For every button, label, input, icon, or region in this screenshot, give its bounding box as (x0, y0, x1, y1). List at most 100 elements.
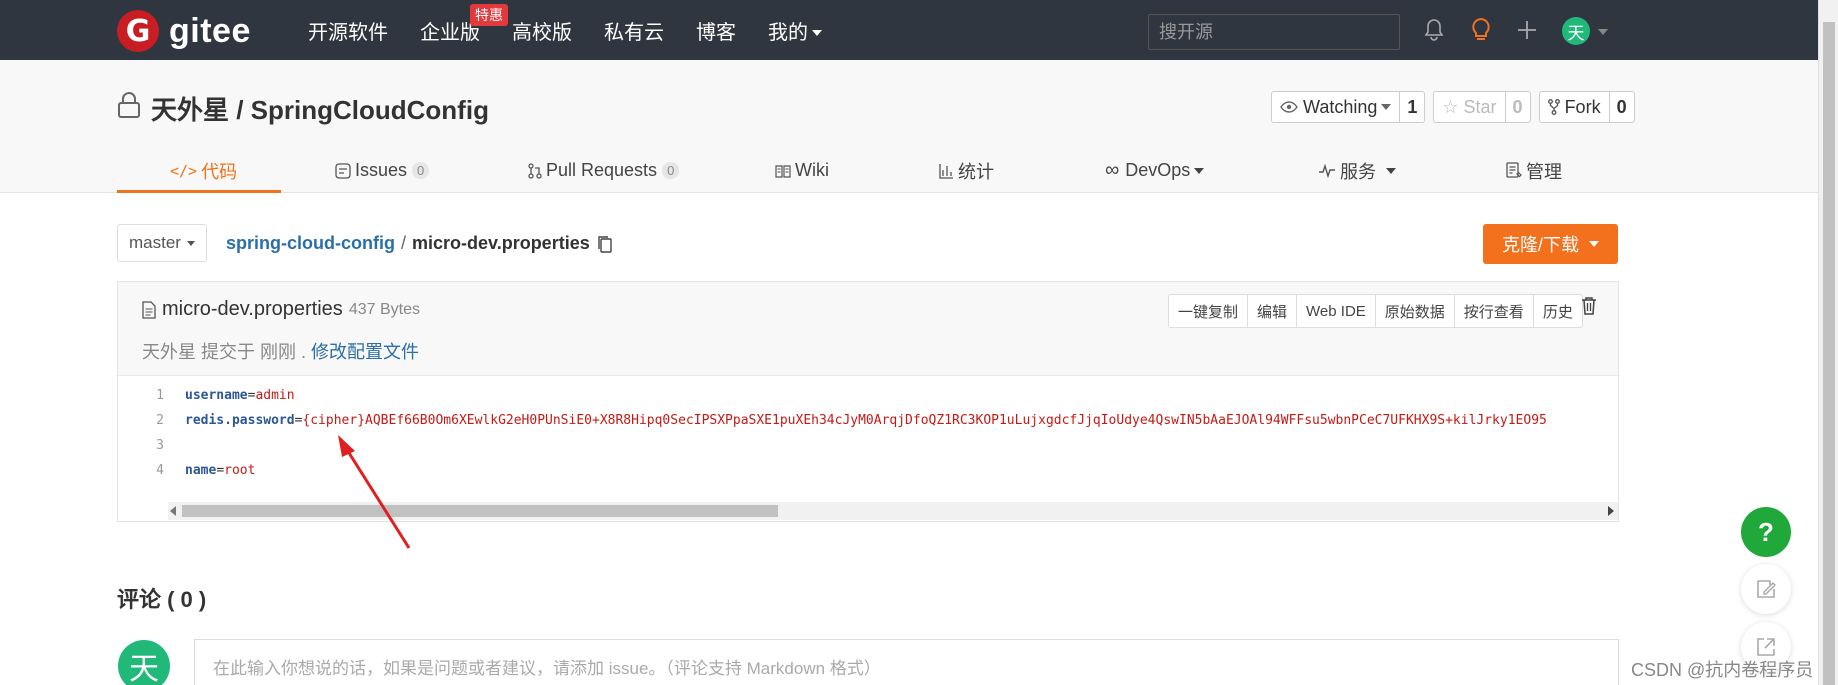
tab-pull-requests[interactable]: Pull Requests 0 (528, 148, 680, 193)
fork-count[interactable]: 0 (1608, 92, 1634, 122)
commit-message[interactable]: 修改配置文件 (311, 342, 419, 362)
tab-stats[interactable]: 统计 (938, 148, 994, 193)
trash-icon[interactable] (1580, 296, 1598, 321)
property-value: root (224, 463, 256, 478)
property-key: redis.password (185, 413, 295, 428)
branch-select[interactable]: master (117, 224, 207, 262)
tab-stats-label: 统计 (958, 161, 994, 182)
code-icon: </> (170, 161, 198, 180)
page-scrollbar[interactable] (1818, 0, 1838, 685)
fork-label: Fork (1564, 96, 1601, 117)
watch-button[interactable]: Watching 1 (1271, 91, 1426, 123)
tab-manage[interactable]: 管理 (1506, 148, 1562, 193)
tab-devops[interactable]: ∞ DevOps (1105, 148, 1205, 193)
file-action-group: 一键复制 编辑 Web IDE 原始数据 按行查看 历史 (1168, 294, 1583, 328)
file-size: 437 Bytes (348, 300, 420, 318)
top-nav: 开源软件 企业版 特惠 高校版 私有云 博客 我的 (308, 0, 854, 60)
property-key: name (185, 463, 217, 478)
blame-button[interactable]: 按行查看 (1453, 295, 1533, 327)
horizontal-scrollbar[interactable] (168, 502, 1618, 520)
pull-request-icon (528, 162, 542, 179)
hot-badge: 特惠 (470, 3, 508, 26)
pulls-count-badge: 0 (662, 162, 680, 179)
scroll-left-arrow-icon[interactable] (170, 506, 176, 516)
project-header: 天外星 / SpringCloudConfig Watching 1 ☆ Star… (0, 60, 1818, 193)
line-number[interactable]: 4 (118, 463, 164, 478)
repo-title: 天外星 / SpringCloudConfig (117, 90, 489, 127)
nav-enterprise[interactable]: 企业版 特惠 (420, 3, 508, 45)
pulse-icon (1318, 163, 1336, 178)
bell-icon[interactable] (1420, 16, 1448, 44)
line-number[interactable]: 1 (118, 388, 164, 403)
comment-input[interactable] (194, 639, 1619, 685)
chevron-down-icon (1381, 104, 1392, 110)
watch-count[interactable]: 1 (1399, 92, 1424, 122)
tab-services[interactable]: 服务 (1318, 148, 1396, 193)
tab-devops-label: DevOps (1125, 160, 1191, 180)
tab-issues-label: Issues (355, 160, 408, 180)
breadcrumb-repo[interactable]: spring-cloud-config (226, 233, 395, 254)
nav-mine-label: 我的 (768, 21, 808, 44)
plus-icon[interactable] (1513, 16, 1541, 44)
chevron-down-icon (1386, 167, 1396, 174)
chevron-down-icon (812, 30, 822, 37)
nav-open-source[interactable]: 开源软件 (308, 16, 388, 45)
code-line: 4 name=root (118, 458, 255, 483)
code-line: 2 redis.password={cipher}AQBEf66B0Om6XEw… (118, 408, 1547, 433)
raw-button[interactable]: 原始数据 (1374, 295, 1454, 327)
share-icon (1755, 636, 1777, 658)
infinity-icon: ∞ (1105, 159, 1120, 181)
history-button[interactable]: 历史 (1532, 295, 1582, 327)
csdn-watermark: CSDN @抗内卷程序员 (1631, 660, 1814, 680)
avatar-chevron-down-icon[interactable] (1598, 29, 1608, 35)
web-ide-button[interactable]: Web IDE (1296, 295, 1375, 327)
property-key: username (185, 388, 248, 403)
commit-author: 天外星 提交于 刚刚 . (142, 342, 307, 362)
scrollbar-thumb[interactable] (182, 505, 778, 517)
repo-title-text[interactable]: 天外星 / SpringCloudConfig (151, 90, 489, 127)
tab-issues[interactable]: Issues 0 (335, 148, 430, 193)
branch-label: master (129, 233, 181, 252)
feedback-button[interactable] (1741, 564, 1791, 614)
fork-icon (1547, 99, 1560, 115)
line-number[interactable]: 3 (118, 438, 164, 453)
chevron-down-icon (186, 240, 195, 246)
lightbulb-icon[interactable] (1467, 16, 1495, 44)
help-button[interactable]: ? (1741, 507, 1791, 557)
comments-title: 评论 ( 0 ) (117, 587, 207, 612)
star-count[interactable]: 0 (1504, 92, 1530, 122)
line-number[interactable]: 2 (118, 413, 164, 428)
code-line: 3 (118, 433, 185, 458)
manage-icon (1506, 162, 1522, 179)
nav-education[interactable]: 高校版 (512, 16, 572, 45)
clone-download-button[interactable]: 克隆/下载 (1483, 224, 1618, 264)
copy-icon[interactable] (596, 235, 612, 253)
nav-blog[interactable]: 博客 (696, 16, 736, 45)
code-line: 1 username=admin (118, 383, 295, 408)
eye-icon (1280, 101, 1298, 113)
user-avatar[interactable]: 天 (1562, 17, 1590, 45)
nav-private-cloud[interactable]: 私有云 (604, 16, 664, 45)
chevron-down-icon (1194, 167, 1205, 174)
nav-mine[interactable]: 我的 (768, 16, 822, 45)
fork-button[interactable]: Fork 0 (1538, 91, 1635, 123)
scroll-right-arrow-icon[interactable] (1608, 506, 1614, 516)
file-header: micro-dev.properties 437 Bytes 天外星 提交于 刚… (118, 282, 1618, 376)
star-icon: ☆ (1442, 96, 1459, 117)
property-value: admin (255, 388, 295, 403)
file-viewer: micro-dev.properties 437 Bytes 天外星 提交于 刚… (117, 281, 1619, 522)
page-scrollbar-thumb[interactable] (1823, 22, 1835, 685)
tab-code[interactable]: </> 代码 (170, 148, 237, 193)
search-input[interactable] (1148, 14, 1400, 50)
copy-all-button[interactable]: 一键复制 (1169, 295, 1247, 327)
gitee-logo[interactable]: G gitee (117, 10, 251, 52)
line-content: username=admin (185, 388, 295, 403)
gitee-logo-mark: G (117, 10, 159, 52)
star-button[interactable]: ☆ Star 0 (1433, 91, 1531, 123)
help-icon: ? (1758, 516, 1774, 547)
clone-label: 克隆/下载 (1501, 235, 1579, 255)
line-content: name=root (185, 463, 255, 478)
edit-button[interactable]: 编辑 (1247, 295, 1296, 327)
tab-wiki[interactable]: Wiki (775, 148, 829, 193)
edit-note-icon (1755, 578, 1777, 600)
